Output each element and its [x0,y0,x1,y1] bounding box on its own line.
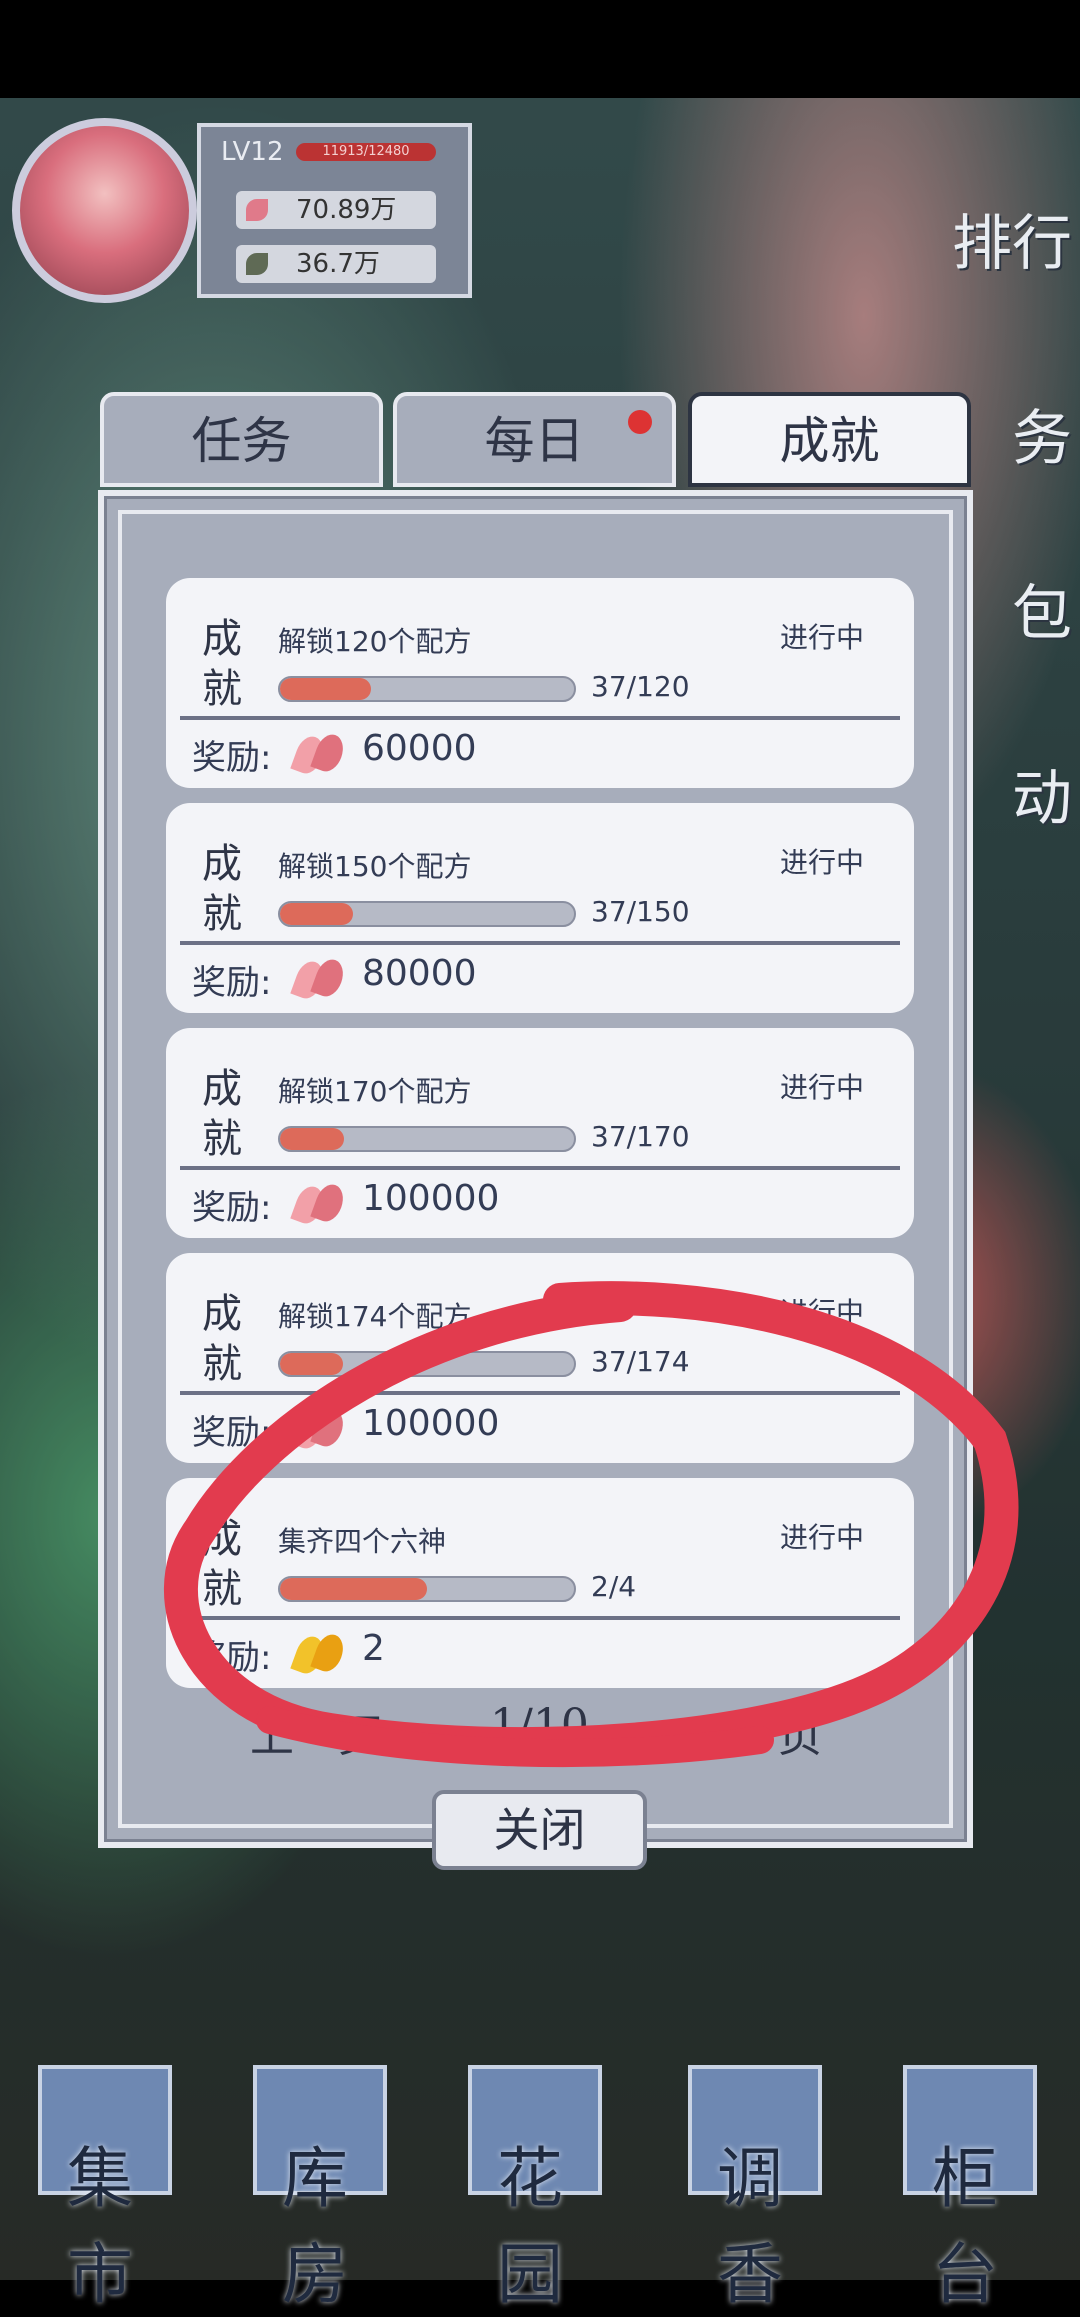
progress-text: 37/170 [591,1120,690,1153]
tab-achievements[interactable]: 成就 [688,392,971,487]
reward-label: 奖励: [192,1638,272,1678]
level-label: LV12 [221,137,284,167]
achievement-title: 解锁150个配方 [278,850,472,883]
reward-label: 奖励: [192,738,272,778]
progress-text: 37/150 [591,895,690,928]
achievement-status: 进行中 [779,1071,864,1104]
card-divider [180,941,900,945]
achievement-kind-label: 成就 [202,1066,242,1162]
reward-value: 100000 [362,1403,500,1444]
leaf-currency: 36.7万 [236,245,436,283]
nav-perfume[interactable]: 调香 [680,2065,830,2313]
achievement-kind-label: 成就 [202,841,242,937]
tab-daily[interactable]: 每日 [393,392,676,487]
leaf-icon [246,253,268,275]
achievement-title: 解锁170个配方 [278,1075,472,1108]
reward-label: 奖励: [192,1188,272,1228]
progress-fill [280,903,353,925]
reward-value: 80000 [362,953,477,994]
progress-bar [278,1576,576,1602]
pink-petal-icon [290,730,348,778]
nav-warehouse[interactable]: 库房 [245,2065,395,2313]
achievement-status: 进行中 [779,621,864,654]
achievement-card: 成就 解锁150个配方 进行中 37/150 奖励: 80000 [166,803,914,1013]
achievement-card: 成就 解锁120个配方 进行中 37/120 奖励: 60000 [166,578,914,788]
progress-text: 37/120 [591,670,690,703]
achievement-card: 成就 解锁170个配方 进行中 37/170 奖励: 100000 [166,1028,914,1238]
task-side-button[interactable]: 务 [1012,390,1072,477]
card-divider [180,1166,900,1170]
progress-fill [280,1578,427,1600]
close-button[interactable]: 关闭 [432,1790,647,1870]
achievement-title: 解锁120个配方 [278,625,472,658]
petal-currency: 70.89万 [236,191,436,229]
progress-bar [278,1126,576,1152]
progress-fill [280,678,371,700]
reward-value: 100000 [362,1178,500,1219]
progress-text: 2/4 [591,1570,637,1603]
player-profile[interactable]: LV12 11913/12480 70.89万 36.7万 [12,118,472,308]
pink-petal-icon [290,1405,348,1453]
card-divider [180,716,900,720]
nav-market[interactable]: 集市 [30,2065,180,2313]
notification-dot [628,410,652,434]
gold-petal-icon [290,1630,348,1678]
achievement-kind-label: 成就 [202,1291,242,1387]
reward-value: 2 [362,1628,385,1669]
progress-fill [280,1128,345,1150]
progress-bar [278,1351,576,1377]
xp-bar: 11913/12480 [296,143,436,161]
achievement-kind-label: 成就 [202,616,242,712]
progress-bar [278,901,576,927]
progress-bar [278,676,576,702]
petal-icon [246,199,268,221]
reward-label: 奖励: [192,1413,272,1453]
bag-side-button[interactable]: 包 [1012,565,1072,652]
event-side-button[interactable]: 动 [1012,750,1072,837]
achievement-title: 解锁174个配方 [278,1300,472,1333]
achievement-status: 进行中 [779,846,864,879]
tab-tasks[interactable]: 任务 [100,392,383,487]
reward-label: 奖励: [192,963,272,1003]
pink-petal-icon [290,955,348,1003]
achievement-status: 进行中 [779,1296,864,1329]
reward-value: 60000 [362,728,477,769]
achievement-title: 集齐四个六神 [278,1525,447,1558]
card-divider [180,1391,900,1395]
ranking-button[interactable]: 排行 [952,195,1072,282]
nav-garden[interactable]: 花园 [460,2065,610,2313]
pink-petal-icon [290,1180,348,1228]
prev-page-button[interactable]: 上一页 [250,1700,382,1764]
achievement-status: 进行中 [779,1521,864,1554]
next-page-button[interactable]: 下一页 [690,1700,822,1764]
progress-fill [280,1353,343,1375]
achievement-kind-label: 成就 [202,1516,242,1612]
nav-counter[interactable]: 柜台 [895,2065,1045,2313]
page-indicator: 1/10 [490,1700,589,1751]
avatar[interactable] [12,118,197,303]
achievement-card: 成就 集齐四个六神 进行中 2/4 奖励: 2 [166,1478,914,1688]
card-divider [180,1616,900,1620]
stats-panel: LV12 11913/12480 70.89万 36.7万 [197,123,472,298]
progress-text: 37/174 [591,1345,690,1378]
achievement-card: 成就 解锁174个配方 进行中 37/174 奖励: 100000 [166,1253,914,1463]
